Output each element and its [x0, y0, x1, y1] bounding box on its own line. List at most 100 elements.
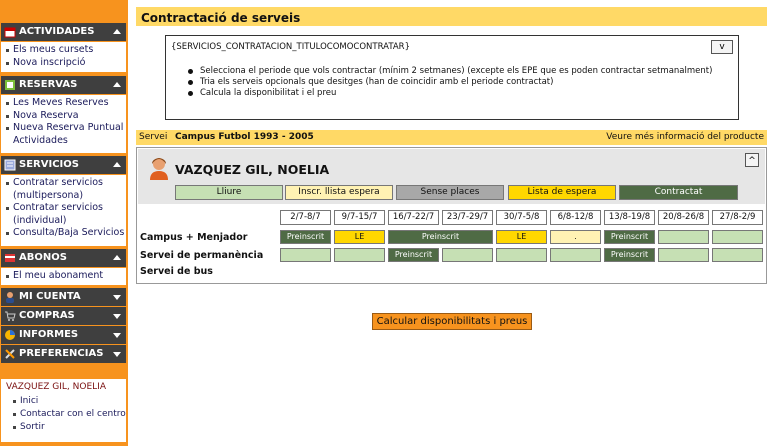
sidebar-section-preferencias[interactable]: PREFERENCIAS: [1, 345, 126, 363]
instruction-item: Tria els serveis opcionals que desitges …: [188, 77, 718, 88]
cell-perm-week4[interactable]: [442, 248, 493, 262]
chevron-down-icon[interactable]: [113, 314, 121, 319]
section-title: ACTIVIDADES: [19, 26, 95, 37]
chevron-up-icon[interactable]: [113, 255, 121, 260]
row-label-campus-menjador: Campus + Menjador: [140, 232, 248, 243]
cell-perm-week6[interactable]: [550, 248, 601, 262]
student-name: VAZQUEZ GIL, NOELIA: [175, 162, 330, 177]
services-icon: [4, 159, 16, 171]
week-header: 27/8-2/9: [712, 210, 763, 225]
report-icon: [5, 330, 15, 340]
cell-perm-week8[interactable]: [658, 248, 709, 262]
sidebar-item-les-meves-reserves[interactable]: Les Meves Reserves: [1, 97, 126, 110]
sidebar-section-actividades[interactable]: ACTIVIDADES: [1, 23, 126, 41]
cell-campus-week5[interactable]: LE: [496, 230, 547, 244]
collapse-button[interactable]: ^: [745, 153, 759, 167]
section-title: PREFERENCIAS: [19, 348, 104, 359]
sidebar-section-abonos[interactable]: ABONOS: [1, 249, 126, 267]
calendar-icon: [4, 27, 16, 38]
cell-campus-week3-4[interactable]: Preinscrit: [388, 230, 493, 244]
page-title-bar: Contractació de serveis: [136, 7, 767, 26]
user-link-contactar[interactable]: Contactar con el centro: [1, 408, 126, 421]
section-title: MI CUENTA: [19, 291, 81, 302]
cell-campus-week9[interactable]: [712, 230, 763, 244]
sidebar-section-reservas[interactable]: RESERVAS: [1, 76, 126, 94]
section-title: ABONOS: [19, 252, 67, 263]
sidebar-item-contratar-individual[interactable]: Contratar servicios (individual): [1, 202, 126, 227]
more-info-link[interactable]: Veure més informació del producte: [606, 130, 764, 145]
legend-lista-de-espera: Lista de espera: [508, 185, 616, 200]
page-title: Contractació de serveis: [141, 11, 301, 25]
sidebar-item-contratar-multipersona[interactable]: Contratar servicios (multipersona): [1, 177, 126, 202]
sidebar-item-els-meus-cursets[interactable]: Els meus cursets: [1, 44, 126, 57]
service-name: Campus Futbol 1993 - 2005: [175, 132, 314, 142]
cell-perm-week2[interactable]: [334, 248, 385, 262]
section-title: SERVICIOS: [19, 159, 79, 170]
tools-icon: [5, 349, 15, 359]
cell-perm-week7[interactable]: Preinscrit: [604, 248, 655, 262]
user-name: VAZQUEZ GIL, NOELIA: [6, 382, 106, 392]
service-bar: Servei Campus Futbol 1993 - 2005 Veure m…: [136, 130, 767, 145]
chevron-down-icon[interactable]: [113, 352, 121, 357]
calculate-button[interactable]: Calcular disponibilitats i preus: [372, 313, 532, 330]
cell-campus-week2[interactable]: LE: [334, 230, 385, 244]
section-title: COMPRAS: [19, 310, 75, 321]
sidebar-section-mi-cuenta[interactable]: MI CUENTA: [1, 288, 126, 306]
service-label: Servei: [139, 132, 168, 142]
cell-perm-week5[interactable]: [496, 248, 547, 262]
chevron-up-icon[interactable]: [113, 29, 121, 34]
student-header: VAZQUEZ GIL, NOELIA ^ Lliure Inscr. llis…: [138, 149, 765, 204]
week-header: 30/7-5/8: [496, 210, 547, 225]
sidebar-item-el-meu-abonament[interactable]: El meu abonament: [1, 270, 126, 283]
legend-sense-places: Sense places: [396, 185, 504, 200]
legend-inscr-llista-espera: Inscr. llista espera: [285, 185, 393, 200]
legend-contractat: Contractat: [619, 185, 738, 200]
cell-campus-week8[interactable]: [658, 230, 709, 244]
section-title: INFORMES: [19, 329, 79, 340]
sidebar-section-servicios[interactable]: SERVICIOS: [1, 156, 126, 174]
instructions-title: {SERVICIOS_CONTRATACION_TITULOCOMOCONTRA…: [171, 42, 410, 52]
week-header: 2/7-8/7: [280, 210, 331, 225]
user-box: VAZQUEZ GIL, NOELIA Inici Contactar con …: [1, 371, 126, 442]
instructions-list: Selecciona el periode que vols contracta…: [188, 66, 718, 99]
sidebar-section-informes[interactable]: INFORMES: [1, 326, 126, 344]
cart-icon: [5, 311, 16, 321]
user-link-inici[interactable]: Inici: [1, 395, 126, 408]
sidebar-section-compras[interactable]: COMPRAS: [1, 307, 126, 325]
expand-button[interactable]: v: [711, 40, 733, 54]
user-link-sortir[interactable]: Sortir: [1, 421, 126, 434]
instructions-box: {SERVICIOS_CONTRATACION_TITULOCOMOCONTRA…: [165, 35, 739, 120]
user-icon: [6, 292, 14, 303]
cell-campus-week7[interactable]: Preinscrit: [604, 230, 655, 244]
section-title: RESERVAS: [19, 79, 78, 90]
chevron-up-icon[interactable]: [113, 162, 121, 167]
reservation-icon: [5, 80, 15, 90]
cell-campus-week1[interactable]: Preinscrit: [280, 230, 331, 244]
sidebar-item-consulta-baja[interactable]: Consulta/Baja Servicios: [1, 227, 126, 240]
sidebar-item-nova-reserva[interactable]: Nova Reserva: [1, 110, 126, 123]
week-header: 20/8-26/8: [658, 210, 709, 225]
sidebar-item-nova-inscripcio[interactable]: Nova inscripció: [1, 57, 126, 70]
row-label-servei-permanencia: Servei de permanència: [140, 250, 264, 261]
cell-campus-week6[interactable]: .: [550, 230, 601, 244]
week-header: 9/7-15/7: [334, 210, 385, 225]
week-header: 6/8-12/8: [550, 210, 601, 225]
chevron-down-icon[interactable]: [113, 333, 121, 338]
sidebar: ACTIVIDADES Els meus cursets Nova inscri…: [0, 0, 128, 446]
week-header: 23/7-29/7: [442, 210, 493, 225]
cell-perm-week3[interactable]: Preinscrit: [388, 248, 439, 262]
card-icon: [5, 254, 15, 262]
legend-lliure: Lliure: [175, 185, 283, 200]
person-icon: [150, 158, 168, 180]
instruction-item: Calcula la disponibilitat i el preu: [188, 88, 718, 99]
instruction-item: Selecciona el periode que vols contracta…: [188, 66, 718, 77]
week-header: 16/7-22/7: [388, 210, 439, 225]
app-root: ACTIVIDADES Els meus cursets Nova inscri…: [0, 0, 775, 446]
chevron-up-icon[interactable]: [113, 82, 121, 87]
chevron-down-icon[interactable]: [113, 295, 121, 300]
sidebar-item-nueva-reserva-puntual[interactable]: Nueva Reserva Puntual Actividades: [1, 122, 126, 147]
week-header: 13/8-19/8: [604, 210, 655, 225]
row-label-servei-bus: Servei de bus: [140, 266, 213, 277]
cell-perm-week9[interactable]: [712, 248, 763, 262]
cell-perm-week1[interactable]: [280, 248, 331, 262]
